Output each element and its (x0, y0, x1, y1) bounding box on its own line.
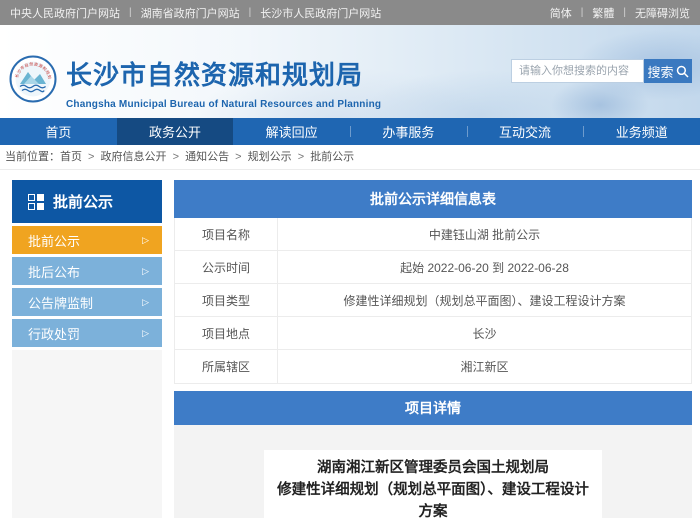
row-label-project-name: 项目名称 (175, 218, 278, 250)
arrow-right-icon: ▷ (142, 296, 149, 307)
project-detail-title: 项目详情 (174, 391, 692, 425)
search-icon (676, 65, 689, 78)
table-row: 公示时间 起始 2022-06-20 到 2022-06-28 (175, 251, 691, 284)
breadcrumb-separator: > (85, 151, 98, 163)
breadcrumb-planning-notices[interactable]: 规划公示 (248, 151, 292, 163)
bureau-logo: 长沙市自然资源和规划局 (7, 51, 57, 108)
sidebar: 批前公示 批前公示 ▷ 批后公布 ▷ 公告牌监制 ▷ 行政处罚 ▷ (12, 180, 162, 518)
grid-icon (28, 193, 44, 210)
document-line-plan-type: 修建性详细规划（规划总平面图）、建设工程设计方案 (277, 482, 589, 518)
row-value-project-type: 修建性详细规划（规划总平面图）、建设工程设计方案 (343, 293, 626, 308)
language-links: 简体 | 繁體 | 无障碍浏览 (550, 5, 690, 21)
sidebar-item-notice-board-supervision[interactable]: 公告牌监制 ▷ (12, 288, 162, 316)
brand-block: 长沙市自然资源和规划局 Changsha Municipal Bureau of… (66, 55, 381, 110)
row-label-project-location: 项目地点 (175, 317, 278, 349)
document-area: 湖南湘江新区管理委员会国土规划局 修建性详细规划（规划总平面图）、建设工程设计方… (174, 425, 692, 518)
nav-item-business-channel[interactable]: 业务频道 (583, 118, 700, 145)
row-value-project-location: 长沙 (472, 326, 497, 341)
breadcrumb-info-disclosure[interactable]: 政府信息公开 (101, 151, 167, 163)
sidebar-item-pre-approval-notice[interactable]: 批前公示 ▷ (12, 226, 162, 254)
breadcrumb-notices[interactable]: 通知公告 (185, 151, 229, 163)
breadcrumb: 当前位置：首页 > 政府信息公开 > 通知公告 > 规划公示 > 批前公示 (0, 145, 700, 170)
breadcrumb-separator: > (294, 151, 308, 163)
link-traditional-chinese[interactable]: 繁體 (592, 5, 614, 21)
separator: | (623, 7, 626, 18)
arrow-right-icon: ▷ (142, 265, 149, 276)
breadcrumb-home[interactable]: 首页 (60, 151, 82, 163)
link-central-gov[interactable]: 中央人民政府门户网站 (10, 5, 120, 21)
separator: | (580, 7, 584, 18)
main-panel: 批前公示详细信息表 项目名称 中建钰山湖 批前公示 公示时间 起始 2022-0… (174, 180, 692, 518)
breadcrumb-prefix: 当前位置： (5, 151, 60, 163)
link-changsha-gov[interactable]: 长沙市人民政府门户网站 (260, 5, 381, 21)
link-simplified-chinese[interactable]: 简体 (550, 5, 572, 21)
sidebar-item-post-approval-publication[interactable]: 批后公布 ▷ (12, 257, 162, 285)
row-label-project-type: 项目类型 (175, 284, 278, 316)
sidebar-item-label: 行政处罚 (28, 326, 81, 342)
separator: | (248, 7, 252, 18)
nav-item-interaction[interactable]: 互动交流 (466, 118, 584, 145)
nav-item-gov-disclosure[interactable]: 政务公开 (116, 118, 234, 145)
sidebar-item-label: 公告牌监制 (28, 295, 94, 311)
breadcrumb-separator: > (232, 151, 245, 163)
table-row: 项目类型 修建性详细规划（规划总平面图）、建设工程设计方案 (175, 284, 691, 317)
info-table-title: 批前公示详细信息表 (174, 180, 692, 218)
row-label-notice-period: 公示时间 (175, 251, 278, 283)
breadcrumb-separator: > (169, 151, 183, 163)
link-hunan-gov[interactable]: 湖南省政府门户网站 (141, 5, 240, 21)
sidebar-item-administrative-penalty[interactable]: 行政处罚 ▷ (12, 319, 162, 347)
arrow-right-icon: ▷ (142, 327, 149, 338)
sidebar-header: 批前公示 (12, 180, 162, 223)
table-row: 所属辖区 湘江新区 (175, 350, 691, 383)
gov-portal-links: 中央人民政府门户网站 | 湖南省政府门户网站 | 长沙市人民政府门户网站 (10, 5, 381, 21)
nav-item-home[interactable]: 首页 (0, 118, 117, 145)
row-value-district: 湘江新区 (460, 360, 509, 374)
document-line-authority: 湖南湘江新区管理委员会国土规划局 (317, 460, 549, 476)
table-row: 项目名称 中建钰山湖 批前公示 (175, 218, 691, 251)
sidebar-item-label: 批前公示 (28, 233, 81, 249)
row-value-notice-period: 起始 2022-06-20 到 2022-06-28 (400, 260, 569, 275)
main-nav: 首页 政务公开 解读回应 办事服务 互动交流 业务频道 (0, 118, 700, 145)
search-button[interactable]: 搜索 (644, 59, 692, 83)
site-title: 长沙市自然资源和规划局 (66, 60, 364, 90)
sidebar-header-label: 批前公示 (53, 194, 114, 211)
nav-item-services[interactable]: 办事服务 (350, 118, 467, 145)
search-box: 搜索 (511, 59, 692, 83)
arrow-right-icon: ▷ (142, 234, 149, 245)
nav-item-interpretation[interactable]: 解读回应 (233, 118, 350, 145)
search-input[interactable] (511, 59, 644, 83)
site-header: 长沙市自然资源和规划局 长沙市自然资源和规划局 Changsha Municip… (0, 25, 700, 118)
site-subtitle: Changsha Municipal Bureau of Natural Res… (66, 99, 382, 110)
breadcrumb-current-page: 批前公示 (310, 151, 355, 163)
row-label-district: 所属辖区 (175, 350, 278, 383)
content-area: 批前公示 批前公示 ▷ 批后公布 ▷ 公告牌监制 ▷ 行政处罚 ▷ 批前公示详细… (0, 170, 700, 518)
document-paper: 湖南湘江新区管理委员会国土规划局 修建性详细规划（规划总平面图）、建设工程设计方… (264, 450, 602, 518)
table-row: 项目地点 长沙 (175, 317, 691, 350)
sidebar-item-label: 批后公布 (28, 264, 81, 280)
info-table: 项目名称 中建钰山湖 批前公示 公示时间 起始 2022-06-20 到 202… (174, 218, 692, 384)
separator: | (129, 7, 132, 18)
search-button-label: 搜索 (647, 64, 674, 80)
top-utility-bar: 中央人民政府门户网站 | 湖南省政府门户网站 | 长沙市人民政府门户网站 简体 … (0, 0, 700, 25)
link-accessibility[interactable]: 无障碍浏览 (635, 5, 690, 21)
sidebar-filler (12, 350, 162, 518)
row-value-project-name: 中建钰山湖 批前公示 (428, 227, 541, 242)
